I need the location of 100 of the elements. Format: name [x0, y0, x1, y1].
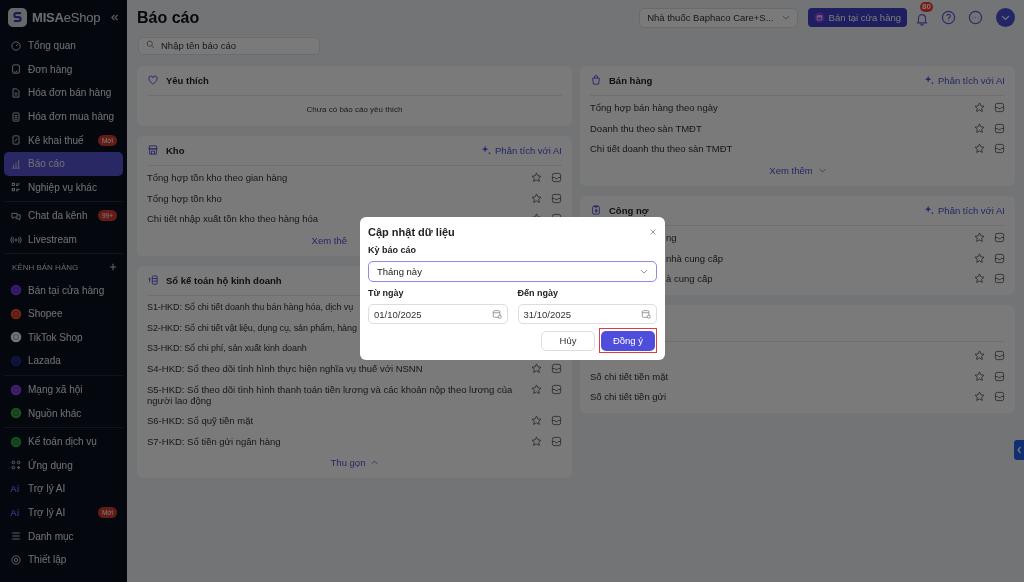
report-link[interactable]: ng	[666, 232, 965, 244]
star-icon[interactable]	[974, 370, 985, 382]
sidebar-item[interactable]: Ai Trợ lý AI	[4, 477, 123, 501]
sidebar-item[interactable]: Livestream	[4, 227, 123, 252]
report-link[interactable]: S6-HKD: Sổ quỹ tiền mặt	[147, 415, 522, 427]
star-icon[interactable]	[974, 273, 985, 285]
tray-icon[interactable]	[551, 192, 562, 204]
tray-icon[interactable]	[551, 415, 562, 427]
sell-at-store-button[interactable]: Bán tại cửa hàng	[807, 8, 907, 27]
tray-icon[interactable]	[994, 273, 1005, 285]
ai-analysis-link[interactable]: Phân tích với AI	[924, 74, 1005, 86]
star-icon[interactable]	[974, 102, 985, 114]
report-link[interactable]: nhà cung cấp	[666, 252, 965, 264]
sidebar-item[interactable]: Bán tại cửa hàng	[4, 278, 123, 302]
sidebar-item[interactable]: Tổng quan	[4, 34, 123, 58]
plus-icon[interactable]	[109, 263, 117, 272]
help-icon[interactable]	[941, 10, 956, 25]
search-field[interactable]: Nhập tên báo cáo	[138, 36, 320, 55]
star-icon[interactable]	[974, 252, 985, 264]
tray-icon[interactable]	[551, 172, 562, 184]
document-icon	[10, 110, 22, 123]
sidebar-item[interactable]: Hóa đơn mua hàng	[4, 104, 123, 129]
star-icon[interactable]	[531, 435, 542, 447]
store-select[interactable]: Nhà thuốc Baphaco Care+S...	[639, 7, 798, 28]
tray-icon[interactable]	[551, 363, 562, 375]
circle-logo-icon	[10, 307, 22, 320]
star-icon[interactable]	[974, 232, 985, 244]
ai-logo-text: Ai	[10, 507, 21, 518]
page-title: Báo cáo	[137, 8, 200, 27]
tray-icon[interactable]	[994, 232, 1005, 244]
star-icon[interactable]	[531, 192, 542, 204]
toggle-more-link[interactable]: Thu gọn	[330, 457, 379, 469]
sidebar-item[interactable]: Shopee	[4, 301, 123, 326]
sidebar-item[interactable]: Ứng dụng	[4, 453, 123, 478]
star-icon[interactable]	[974, 391, 985, 403]
tray-icon[interactable]	[994, 391, 1005, 403]
sidebar-item[interactable]: TikTok Shop	[4, 325, 123, 350]
sparkle-icon	[481, 145, 492, 155]
expand-panel-button[interactable]	[1014, 440, 1024, 460]
more-icon[interactable]	[968, 10, 983, 25]
avatar-menu-icon[interactable]	[996, 8, 1015, 27]
coin-stack-icon	[147, 274, 159, 287]
date-field[interactable]: 31/10/2025	[517, 304, 657, 324]
sidebar-item[interactable]: Mạng xã hội	[4, 377, 123, 402]
section-heading: KÊNH BÁN HÀNG	[12, 262, 79, 272]
sidebar-item[interactable]: Danh mục	[4, 524, 123, 548]
date-field[interactable]: 01/10/2025	[368, 304, 508, 324]
toggle-more-link[interactable]: Xem thêm	[769, 164, 826, 176]
tray-icon[interactable]	[994, 350, 1005, 362]
star-icon[interactable]	[974, 142, 985, 154]
report-link[interactable]: Số chi tiết tiền gửi	[590, 391, 965, 403]
cancel-button[interactable]: Hủy	[541, 330, 595, 351]
star-icon[interactable]	[531, 363, 542, 375]
sidebar-item[interactable]: Báo cáo	[4, 151, 123, 176]
tray-icon[interactable]	[994, 102, 1005, 114]
report-link[interactable]: Tổng hợp tồn kho theo gian hàng	[147, 172, 522, 184]
search-icon	[146, 40, 155, 49]
report-link[interactable]: S5-HKD: Sổ theo dõi tình hình thanh toán tiền lương và các khoản nộp theo lương của người lao động	[147, 383, 522, 406]
close-icon[interactable]	[649, 228, 657, 236]
period-select[interactable]: Tháng này	[368, 261, 657, 282]
report-link[interactable]: Doanh thu theo sàn TMĐT	[590, 122, 965, 134]
ai-analysis-link[interactable]: Phân tích với AI	[924, 204, 1005, 216]
sidebar-item[interactable]: Nghiệp vụ khác	[4, 175, 123, 200]
tray-icon[interactable]	[551, 383, 562, 395]
circle-logo-icon	[10, 407, 22, 420]
sidebar-item[interactable]: Đơn hàng	[4, 57, 123, 82]
star-icon[interactable]	[531, 383, 542, 395]
tray-icon[interactable]	[551, 435, 562, 447]
circle-logo-icon	[10, 435, 22, 448]
report-link[interactable]: Số chi tiết tiền mặt	[590, 370, 965, 382]
circle-logo-icon	[10, 284, 22, 297]
tray-icon[interactable]	[994, 252, 1005, 264]
dialog-title: Cập nhật dữ liệu	[368, 226, 455, 238]
settings-icon	[10, 553, 22, 566]
sidebar-item[interactable]: Lazada	[4, 349, 123, 373]
report-link[interactable]: à cung cấp	[666, 273, 965, 285]
star-icon[interactable]	[974, 122, 985, 134]
ai-analysis-link[interactable]: Phân tích với AI	[481, 144, 562, 156]
clipboard-icon	[10, 63, 22, 76]
report-link[interactable]: Chi tiết doanh thu theo sàn TMĐT	[590, 142, 965, 154]
report-link[interactable]: S7-HKD: Sổ tiền gửi ngân hàng	[147, 435, 522, 447]
star-icon[interactable]	[531, 415, 542, 427]
report-link[interactable]: Tổng hợp bán hàng theo ngày	[590, 102, 965, 114]
report-link[interactable]: S4-HKD: Sổ theo dõi tình hình thực hiện nghĩa vụ thuế với NSNN	[147, 363, 522, 375]
report-link[interactable]: Tổng hợp tồn kho	[147, 192, 522, 204]
collapse-icon[interactable]	[110, 12, 119, 22]
sidebar-item[interactable]: Thiết lập	[4, 547, 123, 572]
chevron-up-icon	[371, 460, 379, 466]
star-icon[interactable]	[531, 172, 542, 184]
toggle-more-link[interactable]: Xem thê	[311, 234, 347, 246]
sidebar-item[interactable]: Nguồn khác	[4, 401, 123, 425]
notification-bell-icon[interactable]	[915, 11, 929, 26]
sidebar-item[interactable]: Kế toán dịch vụ	[4, 429, 123, 454]
tray-icon[interactable]	[994, 370, 1005, 382]
tray-icon[interactable]	[994, 122, 1005, 134]
sidebar-item[interactable]: Hóa đơn bán hàng	[4, 81, 123, 105]
tray-icon[interactable]	[994, 142, 1005, 154]
chevron-down-icon	[818, 167, 826, 173]
confirm-button[interactable]: Đồng ý	[601, 330, 655, 351]
star-icon[interactable]	[974, 350, 985, 362]
